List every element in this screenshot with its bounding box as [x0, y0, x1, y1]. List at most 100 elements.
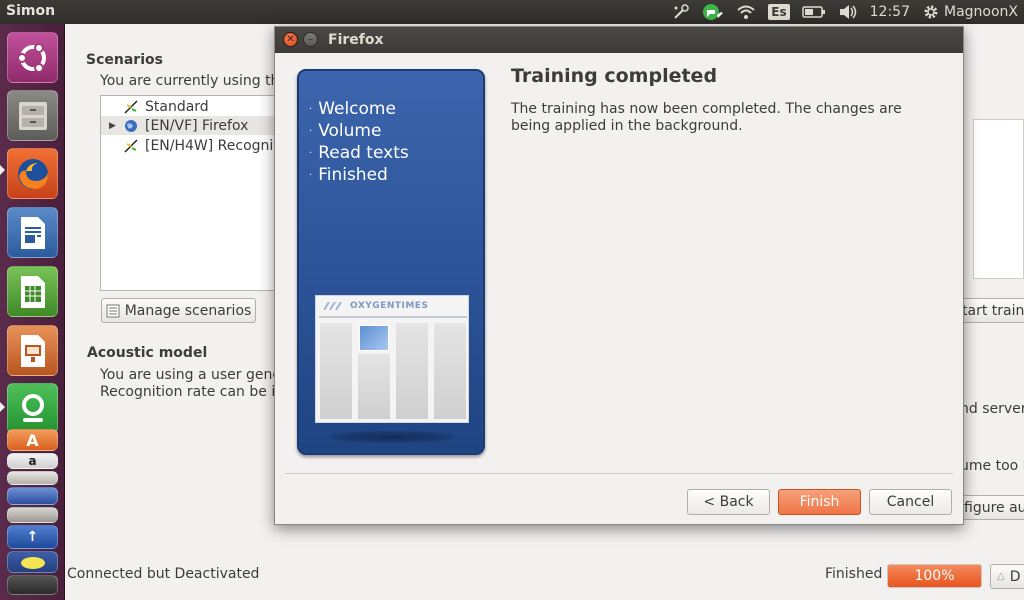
minimize-icon[interactable]: –	[303, 32, 318, 47]
impress-launcher-item[interactable]	[7, 325, 58, 376]
wizard-step-label: Welcome	[318, 99, 396, 119]
upload-icon: ↑	[26, 529, 39, 545]
page-description: The training has now been completed. The…	[511, 101, 902, 134]
scenarios-intro-text: You are currently using the	[100, 73, 289, 89]
connection-status: Connected but Deactivated	[67, 566, 260, 582]
right-list-panel[interactable]	[973, 119, 1024, 279]
writer-launcher-item[interactable]	[7, 207, 58, 258]
tools-icon[interactable]	[672, 0, 690, 24]
active-app-name: Simon	[6, 3, 56, 19]
status-bar: Connected but Deactivated Finished	[65, 562, 1024, 600]
newspaper-rule	[319, 316, 467, 318]
battery-icon[interactable]	[801, 0, 826, 24]
amazon-launcher-item[interactable]: a	[7, 453, 58, 469]
scenario-icon	[124, 99, 138, 114]
ubuntu-dash-button[interactable]	[7, 32, 58, 83]
files-launcher-item[interactable]	[7, 90, 58, 141]
user-name[interactable]: MagnoonX	[944, 4, 1018, 20]
launcher: A a ↑	[0, 24, 65, 600]
shopping-bag-icon: A	[26, 430, 39, 450]
launcher-item-stack-2[interactable]	[7, 487, 58, 505]
button-separator	[285, 473, 953, 474]
list-icon	[106, 304, 120, 317]
cancel-button[interactable]: Cancel	[869, 489, 952, 515]
scenario-label: Standard	[145, 98, 209, 115]
page-title: Training completed	[511, 65, 718, 87]
newspaper-masthead: OXYGENTIMES	[324, 299, 428, 313]
scenario-item[interactable]: Standard	[123, 97, 209, 116]
manage-scenarios-label: Manage scenarios	[124, 302, 252, 319]
top-panel: Simon Es 12:57 MagnoonX	[0, 0, 1024, 24]
progress-bar: 100%	[887, 564, 982, 588]
wizard-step: · Read texts	[309, 143, 409, 163]
triangle-icon: △	[997, 571, 1005, 582]
start-training-button[interactable]: tart traini	[955, 298, 1024, 323]
scenario-icon	[124, 138, 138, 153]
wizard-step: · Volume	[309, 121, 382, 141]
right-text-volume: ume too l	[960, 458, 1024, 474]
launcher-item-stack-3[interactable]	[7, 507, 58, 523]
scenario-label: [EN/VF] Firefox	[145, 117, 249, 134]
file-cabinet-icon	[18, 101, 47, 130]
status-action-button[interactable]: △ D	[990, 564, 1024, 589]
acoustic-model-text-1: You are using a user gener	[100, 367, 287, 383]
cloud-icon	[20, 557, 45, 569]
amazon-icon: a	[28, 454, 37, 468]
illustration-shadow	[329, 431, 455, 443]
wizard-step: · Welcome	[309, 99, 396, 119]
wizard-step-label: Finished	[318, 165, 388, 185]
software-center-launcher-item[interactable]: A	[7, 429, 58, 451]
scenario-item-selected[interactable]: ▶ [EN/VF] Firefox	[101, 116, 289, 135]
wizard-step-label: Volume	[318, 121, 382, 141]
wifi-icon[interactable]	[736, 0, 756, 24]
gear-icon[interactable]	[922, 0, 940, 24]
globe-icon	[125, 119, 137, 132]
close-icon[interactable]: ✕	[283, 32, 298, 47]
manage-scenarios-button[interactable]: Manage scenarios	[101, 298, 256, 323]
newspaper-illustration: OXYGENTIMES	[315, 295, 469, 423]
simon-icon	[21, 393, 44, 422]
newspaper-column	[358, 354, 390, 419]
launcher-item-stack-4[interactable]: ↑	[7, 525, 58, 549]
wizard-sidebar-banner: · Welcome · Volume · Read texts · Finished O…	[297, 69, 485, 455]
running-indicator	[0, 165, 5, 175]
dialog-titlebar[interactable]: ✕ – Firefox	[275, 27, 963, 53]
status-action-label: D	[1009, 568, 1021, 585]
launcher-item-stack-6[interactable]	[7, 575, 58, 595]
configure-audio-label: figure au	[964, 499, 1024, 516]
calc-launcher-item[interactable]	[7, 266, 58, 317]
acoustic-model-text-2: Recognition rate can be im	[100, 384, 289, 400]
simon-launcher-item[interactable]	[7, 383, 58, 434]
newspaper-column	[434, 323, 466, 419]
start-training-label: tart traini	[962, 302, 1024, 319]
dialog-title: Firefox	[328, 32, 384, 48]
newspaper-column	[396, 323, 428, 419]
launcher-item-stack-5[interactable]	[7, 551, 58, 573]
active-indicator	[0, 402, 5, 412]
launcher-item-stack-1[interactable]	[7, 471, 58, 485]
wizard-step-label: Read texts	[318, 143, 409, 163]
training-dialog: ✕ – Firefox · Welcome · Volume · Read texts…	[274, 26, 964, 525]
progress-label: 100%	[914, 568, 955, 584]
wizard-step: · Finished	[309, 165, 388, 185]
scenario-list[interactable]: Standard ▶ [EN/VF] Firefox [EN/H4W] Reco…	[100, 95, 290, 291]
finish-button[interactable]: Finish	[778, 489, 861, 515]
keyboard-layout-label: Es	[768, 4, 790, 20]
chat-status-icon[interactable]	[702, 0, 724, 24]
presentation-icon	[20, 334, 45, 367]
scenario-item[interactable]: [EN/H4W] Recognit	[123, 136, 279, 155]
scenario-label: [EN/H4W] Recognit	[145, 137, 279, 154]
acoustic-model-heading: Acoustic model	[87, 345, 208, 361]
configure-audio-button[interactable]: figure au	[955, 495, 1024, 520]
status-finished-label: Finished	[825, 566, 883, 582]
ubuntu-logo-icon	[16, 42, 46, 73]
clock[interactable]: 12:57	[870, 4, 910, 20]
expand-arrow-icon[interactable]: ▶	[109, 121, 116, 131]
scenarios-heading: Scenarios	[86, 52, 163, 68]
keyboard-icon[interactable]: Es	[768, 0, 790, 24]
right-text-server: nd server	[960, 401, 1024, 417]
volume-icon[interactable]	[838, 0, 858, 24]
firefox-launcher-item[interactable]	[7, 148, 58, 199]
back-button[interactable]: < Back	[687, 489, 770, 515]
spreadsheet-icon	[20, 275, 45, 308]
